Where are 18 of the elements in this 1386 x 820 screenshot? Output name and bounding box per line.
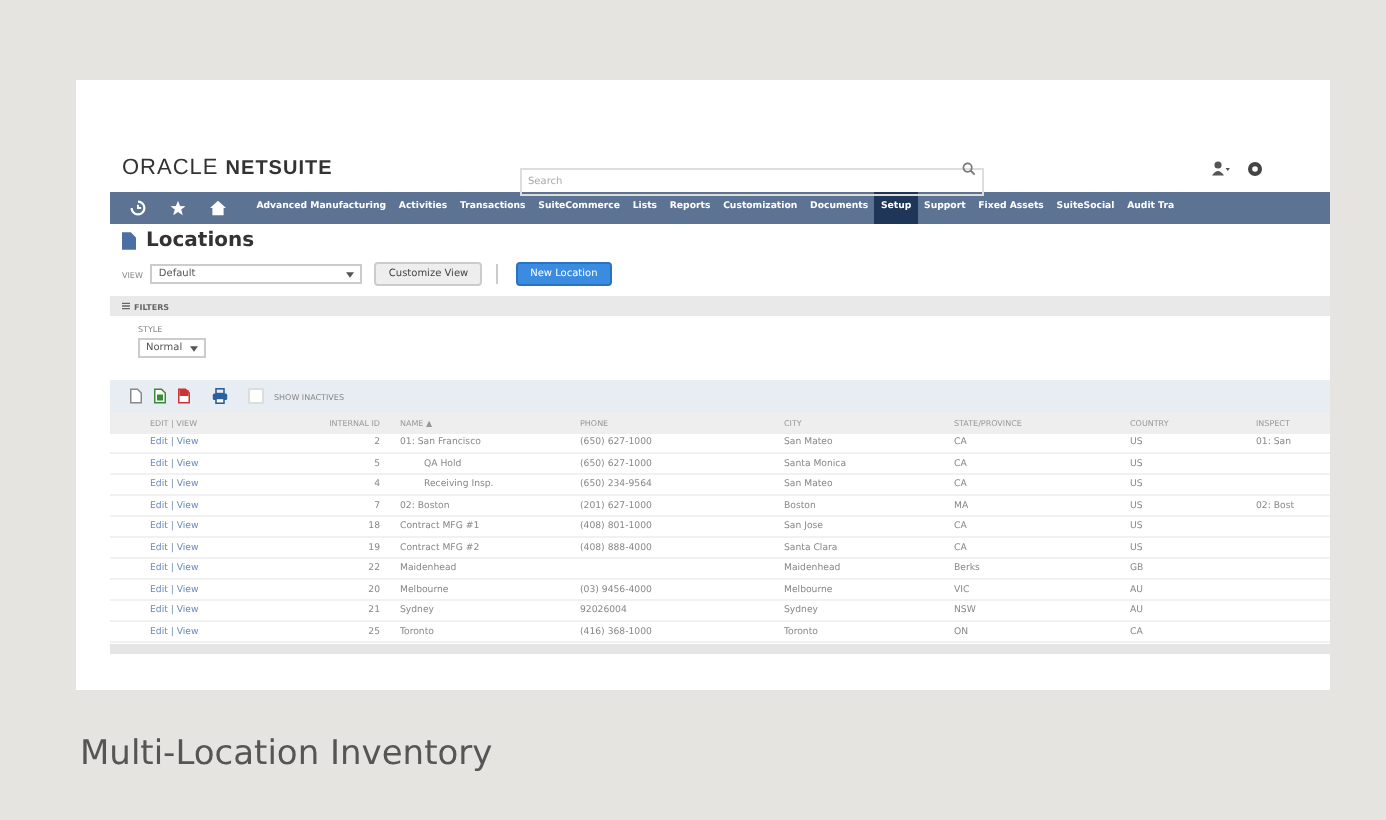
print-icon[interactable]	[212, 388, 228, 404]
caption: Multi-Location Inventory	[80, 734, 495, 774]
pdf-icon[interactable]	[178, 388, 190, 404]
search-icon	[962, 161, 976, 175]
page-icon	[122, 231, 136, 249]
spreadsheet-icon[interactable]	[154, 388, 166, 404]
caret-icon	[346, 271, 355, 277]
user-menu-icon[interactable]	[1212, 160, 1230, 176]
recent-icon[interactable]	[130, 200, 146, 216]
help-icon[interactable]	[1248, 161, 1262, 175]
star-icon[interactable]	[170, 200, 186, 216]
caret-icon	[190, 345, 198, 351]
show-inactives-checkbox[interactable]	[248, 388, 264, 404]
page-title: Locations	[146, 229, 255, 251]
home-icon[interactable]	[210, 200, 226, 216]
document-icon[interactable]	[130, 388, 142, 404]
list-icon[interactable]	[122, 302, 130, 310]
app-logo: ORACLE NETSUITE	[122, 156, 335, 180]
